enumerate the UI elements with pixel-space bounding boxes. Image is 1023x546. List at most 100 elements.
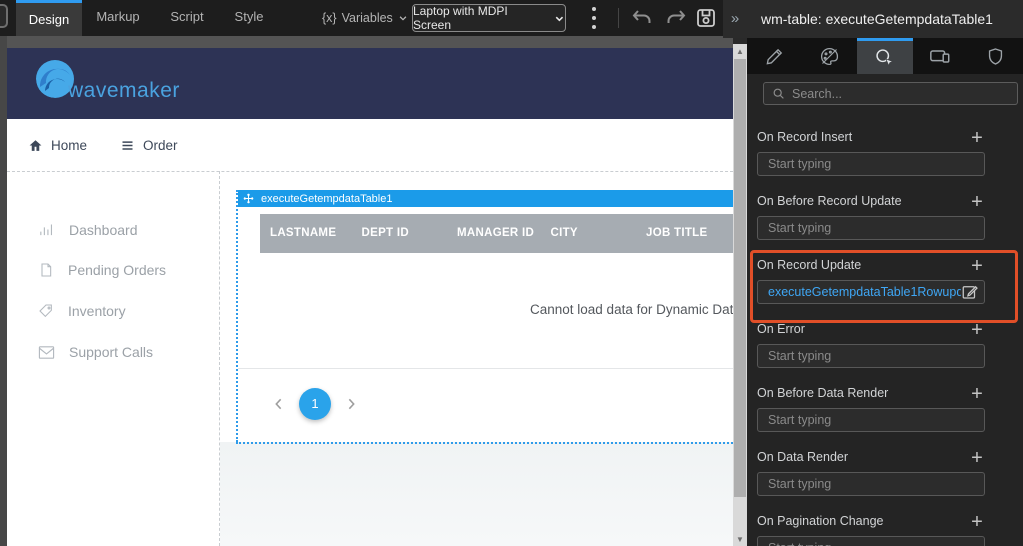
list-icon bbox=[120, 138, 135, 153]
bar-chart-icon bbox=[38, 221, 55, 238]
events-click-icon bbox=[874, 47, 895, 68]
event-input[interactable] bbox=[757, 408, 985, 432]
sidebar-inventory-label: Inventory bbox=[68, 303, 126, 319]
widget-selection-border bbox=[236, 442, 733, 444]
table-empty-message: Cannot load data for Dynamic Data bbox=[530, 302, 733, 317]
event-handler-link[interactable]: executeGetempdataTable1Rowupdate bbox=[758, 285, 961, 299]
event-section-on-pagination-change: On Pagination Change + bbox=[747, 510, 1023, 546]
collapse-panel-button[interactable]: » bbox=[723, 0, 747, 38]
event-section-on-record-update: On Record Update + executeGetempdataTabl… bbox=[747, 254, 1023, 318]
variables-label: Variables bbox=[342, 11, 393, 25]
nav-home-label: Home bbox=[51, 138, 87, 153]
launcher-button[interactable] bbox=[0, 4, 8, 28]
chevron-right-icon bbox=[343, 396, 359, 412]
shield-icon bbox=[986, 47, 1005, 66]
event-section-on-record-insert: On Record Insert + bbox=[747, 126, 1023, 190]
page-lower-background bbox=[220, 442, 733, 546]
event-section-on-before-record-update: On Before Record Update + bbox=[747, 190, 1023, 254]
chevron-down-icon bbox=[398, 13, 408, 23]
nav-item-order[interactable]: Order bbox=[120, 119, 178, 171]
scroll-up-arrow-icon[interactable]: ▲ bbox=[733, 44, 747, 58]
app-navbar: Home Order bbox=[7, 119, 733, 171]
sidebar-pending-orders-label: Pending Orders bbox=[68, 262, 166, 278]
pagination-next-button[interactable] bbox=[343, 396, 359, 412]
device-selector[interactable]: Laptop with MDPI Screen bbox=[412, 4, 566, 32]
save-button[interactable] bbox=[694, 6, 718, 30]
column-header[interactable]: DEPT ID bbox=[362, 214, 454, 253]
palette-icon bbox=[819, 46, 840, 67]
add-event-button[interactable]: + bbox=[967, 254, 987, 278]
nav-item-home[interactable]: Home bbox=[28, 119, 87, 171]
panel-tab-properties[interactable] bbox=[747, 38, 802, 74]
event-section-on-error: On Error + bbox=[747, 318, 1023, 382]
pagination-prev-button[interactable] bbox=[271, 396, 287, 412]
sidebar-item-pending-orders[interactable]: Pending Orders bbox=[38, 262, 166, 278]
pencil-icon bbox=[765, 47, 784, 66]
redo-button[interactable] bbox=[664, 6, 688, 30]
tab-style[interactable]: Style bbox=[224, 0, 274, 36]
tab-style-label: Style bbox=[235, 9, 264, 24]
app-header[interactable]: wavemaker bbox=[7, 48, 733, 119]
event-input[interactable] bbox=[757, 536, 985, 546]
add-event-button[interactable]: + bbox=[967, 190, 987, 214]
column-header[interactable]: JOB TITLE bbox=[646, 214, 733, 253]
add-event-button[interactable]: + bbox=[967, 446, 987, 470]
scroll-down-arrow-icon[interactable]: ▼ bbox=[733, 532, 747, 546]
edit-icon[interactable] bbox=[961, 283, 979, 301]
design-canvas[interactable]: wavemaker Home Order Dashboard Pending O… bbox=[7, 48, 733, 546]
event-label: On Record Update bbox=[757, 258, 861, 272]
ide-toolbar: Design Markup Script Style {x} Variables… bbox=[0, 0, 723, 36]
tab-markup[interactable]: Markup bbox=[88, 0, 148, 36]
event-label: On Before Data Render bbox=[757, 386, 888, 400]
tab-markup-label: Markup bbox=[96, 9, 139, 24]
event-input[interactable] bbox=[757, 344, 985, 368]
more-options-button[interactable] bbox=[588, 7, 600, 29]
event-input[interactable] bbox=[757, 152, 985, 176]
properties-panel: wm-table: executeGetempdataTable1 On Rec… bbox=[747, 0, 1023, 546]
event-section-on-data-render: On Data Render + bbox=[747, 446, 1023, 510]
add-event-button[interactable]: + bbox=[967, 510, 987, 534]
sidebar-item-support-calls[interactable]: Support Calls bbox=[38, 344, 153, 360]
canvas-left-rail bbox=[0, 36, 7, 546]
undo-button[interactable] bbox=[630, 6, 654, 30]
tab-script[interactable]: Script bbox=[160, 0, 214, 36]
sidebar-item-dashboard[interactable]: Dashboard bbox=[38, 221, 138, 238]
panel-search bbox=[763, 82, 1018, 105]
panel-tab-devices[interactable] bbox=[913, 38, 968, 74]
sidebar-item-inventory[interactable]: Inventory bbox=[38, 303, 126, 319]
document-icon bbox=[38, 262, 54, 278]
selected-widget-titlebar[interactable]: executeGetempdataTable1 bbox=[238, 190, 733, 207]
column-header[interactable]: MANAGER ID bbox=[457, 214, 547, 253]
event-input[interactable] bbox=[757, 216, 985, 240]
tag-icon bbox=[38, 303, 54, 319]
nav-order-label: Order bbox=[143, 138, 178, 153]
tab-design[interactable]: Design bbox=[16, 0, 82, 36]
variables-x-icon: {x} bbox=[322, 11, 337, 25]
chevron-down-icon bbox=[554, 13, 565, 24]
sidebar-dashboard-label: Dashboard bbox=[69, 222, 138, 238]
devices-icon bbox=[929, 45, 951, 67]
add-event-button[interactable]: + bbox=[967, 126, 987, 150]
chevron-left-icon bbox=[271, 396, 287, 412]
event-label: On Before Record Update bbox=[757, 194, 902, 208]
brand-name: wavemaker bbox=[68, 79, 180, 103]
event-value-box: executeGetempdataTable1Rowupdate bbox=[757, 280, 985, 304]
column-header[interactable]: CITY bbox=[551, 214, 643, 253]
search-input[interactable] bbox=[792, 87, 992, 101]
toolbar-divider bbox=[618, 8, 619, 28]
add-event-button[interactable]: + bbox=[967, 382, 987, 406]
event-label: On Pagination Change bbox=[757, 514, 883, 528]
add-event-button[interactable]: + bbox=[967, 318, 987, 342]
variables-menu[interactable]: {x} Variables bbox=[322, 0, 408, 36]
pagination-page-1[interactable]: 1 bbox=[299, 388, 331, 420]
column-header[interactable]: LASTNAME bbox=[270, 214, 358, 253]
canvas-scrollbar[interactable]: ▲ ▼ bbox=[733, 38, 747, 546]
search-icon bbox=[772, 87, 785, 100]
scrollbar-thumb[interactable] bbox=[734, 59, 746, 497]
save-icon bbox=[694, 6, 718, 30]
panel-tab-events[interactable] bbox=[857, 38, 912, 74]
panel-tab-security[interactable] bbox=[968, 38, 1023, 74]
panel-tab-styles[interactable] bbox=[802, 38, 857, 74]
event-input[interactable] bbox=[757, 472, 985, 496]
panel-title: wm-table: executeGetempdataTable1 bbox=[747, 0, 1023, 38]
